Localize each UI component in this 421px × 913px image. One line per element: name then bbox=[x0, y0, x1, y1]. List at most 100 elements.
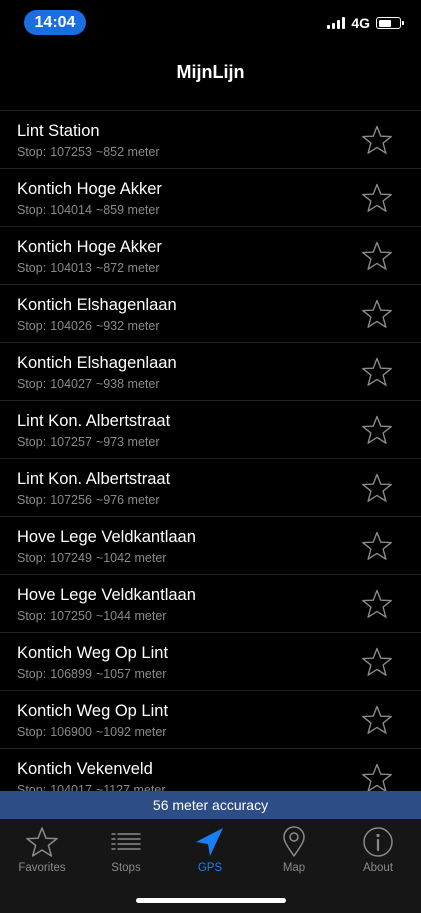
stop-distance: ~932 meter bbox=[95, 319, 160, 333]
stop-distance: ~973 meter bbox=[95, 435, 160, 449]
stop-id: 104014 bbox=[50, 203, 92, 217]
favorite-star-icon[interactable] bbox=[361, 530, 393, 562]
tab-label: Stops bbox=[111, 862, 141, 874]
screen: 14:04 4G MijnLijn Lint Station Stop: 10725… bbox=[0, 0, 421, 913]
stop-name: Kontich Elshagenlaan bbox=[17, 296, 177, 314]
accuracy-text: 56 meter accuracy bbox=[152, 797, 269, 813]
stop-row[interactable]: Hove Lege Veldkantlaan Stop: 107250 ~1044 m… bbox=[0, 575, 421, 633]
stop-name: Kontich Elshagenlaan bbox=[17, 354, 177, 372]
stop-row[interactable]: Kontich Weg Op Lint Stop: 106900 ~1092 mete… bbox=[0, 691, 421, 749]
cellular-signal-icon bbox=[327, 17, 346, 29]
tab-label: GPS bbox=[197, 862, 223, 874]
tab-map[interactable]: Map bbox=[252, 825, 336, 887]
stop-details: Stop: 107257 ~973 meter bbox=[17, 435, 160, 449]
stop-label: Stop: bbox=[17, 319, 47, 333]
network-type: 4G bbox=[351, 15, 370, 31]
stop-id: 107256 bbox=[50, 493, 92, 507]
stop-name: Hove Lege Veldkantlaan bbox=[17, 528, 196, 546]
stop-id: 104027 bbox=[50, 377, 92, 391]
home-indicator[interactable] bbox=[136, 898, 286, 903]
favorite-star-icon[interactable] bbox=[361, 298, 393, 330]
stop-label: Stop: bbox=[17, 725, 47, 739]
stop-id: 107253 bbox=[50, 145, 92, 159]
accuracy-banner: 56 meter accuracy bbox=[0, 791, 421, 819]
favorite-star-icon[interactable] bbox=[361, 588, 393, 620]
stop-details: Stop: 107250 ~1044 meter bbox=[17, 609, 166, 623]
stop-details: Stop: 107253 ~852 meter bbox=[17, 145, 160, 159]
tab-favorites[interactable]: Favorites bbox=[0, 825, 84, 887]
stop-name: Kontich Vekenveld bbox=[17, 760, 153, 778]
stop-name: Kontich Hoge Akker bbox=[17, 238, 162, 256]
stop-id: 104013 bbox=[50, 261, 92, 275]
location-arrow-icon bbox=[196, 828, 223, 856]
stop-label: Stop: bbox=[17, 667, 47, 681]
stop-row[interactable]: Kontich Hoge Akker Stop: 104013 ~872 meter bbox=[0, 227, 421, 285]
stop-name: Kontich Hoge Akker bbox=[17, 180, 162, 198]
stop-name: Lint Kon. Albertstraat bbox=[17, 412, 171, 430]
stop-id: 106899 bbox=[50, 667, 92, 681]
stop-label: Stop: bbox=[17, 145, 47, 159]
stop-name: Lint Station bbox=[17, 122, 100, 140]
status-indicators: 4G bbox=[327, 14, 404, 32]
stop-row[interactable]: Lint Kon. Albertstraat Stop: 107256 ~976 me… bbox=[0, 459, 421, 517]
star-icon bbox=[26, 827, 58, 857]
stop-distance: ~852 meter bbox=[95, 145, 160, 159]
stop-label: Stop: bbox=[17, 377, 47, 391]
stop-row[interactable]: Kontich Elshagenlaan Stop: 104027 ~938 mete… bbox=[0, 343, 421, 401]
stop-label: Stop: bbox=[17, 435, 47, 449]
stop-name: Hove Lege Veldkantlaan bbox=[17, 586, 196, 604]
stop-id: 106900 bbox=[50, 725, 92, 739]
stop-row[interactable]: Lint Station Stop: 107253 ~852 meter bbox=[0, 111, 421, 169]
stop-details: Stop: 104014 ~859 meter bbox=[17, 203, 160, 217]
stop-details: Stop: 106899 ~1057 meter bbox=[17, 667, 166, 681]
stop-details: Stop: 104026 ~932 meter bbox=[17, 319, 160, 333]
favorite-star-icon[interactable] bbox=[361, 124, 393, 156]
status-bar: 14:04 4G bbox=[0, 0, 421, 44]
tab-label: About bbox=[362, 862, 394, 874]
stop-details: Stop: 104013 ~872 meter bbox=[17, 261, 160, 275]
stop-label: Stop: bbox=[17, 493, 47, 507]
stop-label: Stop: bbox=[17, 609, 47, 623]
stop-distance: ~1044 meter bbox=[95, 609, 167, 623]
favorite-star-icon[interactable] bbox=[361, 182, 393, 214]
stop-row[interactable]: Kontich Vekenveld Stop: 104017 ~1127 meter bbox=[0, 749, 421, 792]
stop-name: Lint Kon. Albertstraat bbox=[17, 470, 171, 488]
favorite-star-icon[interactable] bbox=[361, 646, 393, 678]
favorite-star-icon[interactable] bbox=[361, 472, 393, 504]
stop-name: Kontich Weg Op Lint bbox=[17, 644, 169, 662]
stop-details: Stop: 107249 ~1042 meter bbox=[17, 551, 166, 565]
tab-stops[interactable]: Stops bbox=[84, 825, 168, 887]
tab-label: Map bbox=[282, 862, 306, 874]
tab-bar: Favorites Stops GPS Map About bbox=[0, 819, 421, 913]
page-title: MijnLijn bbox=[176, 62, 245, 82]
stop-id: 107257 bbox=[50, 435, 92, 449]
stop-row[interactable]: Lint Kon. Albertstraat Stop: 107257 ~973 me… bbox=[0, 401, 421, 459]
tab-label: Favorites bbox=[18, 862, 66, 874]
tab-gps[interactable]: GPS bbox=[168, 825, 252, 887]
tab-about[interactable]: About bbox=[336, 825, 420, 887]
status-time[interactable]: 14:04 bbox=[24, 10, 86, 35]
stop-row[interactable]: Kontich Weg Op Lint Stop: 106899 ~1057 mete… bbox=[0, 633, 421, 691]
stop-distance: ~976 meter bbox=[95, 493, 160, 507]
stop-row[interactable]: Kontich Hoge Akker Stop: 104014 ~859 meter bbox=[0, 169, 421, 227]
stop-id: 104026 bbox=[50, 319, 92, 333]
stop-details: Stop: 107256 ~976 meter bbox=[17, 493, 160, 507]
favorite-star-icon[interactable] bbox=[361, 762, 393, 792]
stop-distance: ~1057 meter bbox=[95, 667, 167, 681]
stop-row[interactable]: Hove Lege Veldkantlaan Stop: 107249 ~1042 m… bbox=[0, 517, 421, 575]
info-icon bbox=[363, 827, 393, 857]
list-icon bbox=[111, 833, 141, 850]
stop-row[interactable]: Kontich Elshagenlaan Stop: 104026 ~932 mete… bbox=[0, 285, 421, 343]
map-pin-icon bbox=[283, 826, 305, 857]
favorite-star-icon[interactable] bbox=[361, 356, 393, 388]
favorite-star-icon[interactable] bbox=[361, 704, 393, 736]
battery-icon bbox=[376, 17, 404, 29]
favorite-star-icon[interactable] bbox=[361, 240, 393, 272]
favorite-star-icon[interactable] bbox=[361, 414, 393, 446]
stop-list[interactable]: Lint Station Stop: 107253 ~852 meter Kontich… bbox=[0, 110, 421, 792]
stop-distance: ~1042 meter bbox=[95, 551, 167, 565]
stop-distance: ~859 meter bbox=[95, 203, 160, 217]
stop-distance: ~938 meter bbox=[95, 377, 160, 391]
stop-label: Stop: bbox=[17, 551, 47, 565]
stop-distance: ~872 meter bbox=[95, 261, 160, 275]
